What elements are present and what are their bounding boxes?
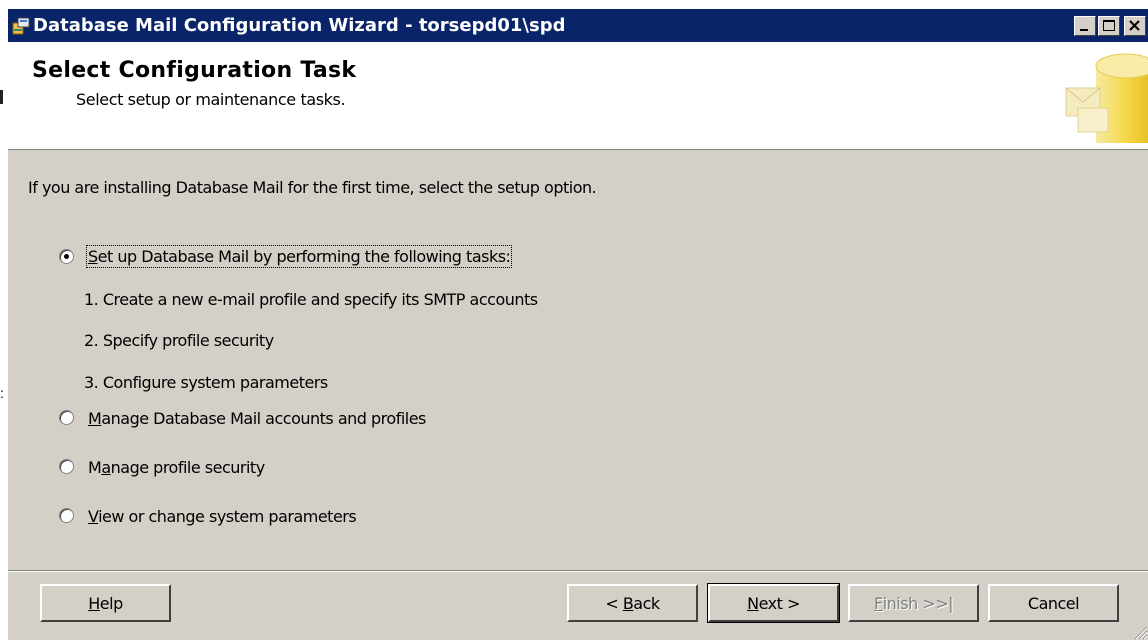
maximize-button[interactable] [1098,16,1120,36]
system-parameters-radio[interactable] [59,508,74,523]
manage-accounts-radio[interactable] [59,410,74,425]
wizard-window: Database Mail Configuration Wizard - tor… [8,9,1148,640]
wizard-app-icon [12,17,30,35]
manage-security-text: nage profile security [110,458,266,477]
footer-separator [8,570,1148,572]
help-accel: H [88,593,100,613]
maximize-icon [1103,20,1115,31]
wizard-header: Select Configuration Task Select setup o… [8,42,1148,150]
next-button[interactable]: Next > [707,583,840,623]
setup-step-3: 3. Configure system parameters [84,373,328,392]
setup-option-accel: S [88,247,98,266]
window-title: Database Mail Configuration Wizard - tor… [33,15,566,36]
intro-text: If you are installing Database Mail for … [28,178,597,197]
setup-step-1: 1. Create a new e-mail profile and speci… [84,290,538,309]
back-button[interactable]: < Back [567,584,698,622]
next-accel: N [747,593,759,613]
manage-accounts-accel: M [88,409,102,428]
finish-label: inish >>| [882,593,954,613]
next-label: ext > [758,593,801,613]
background-edge-mark-2: : [0,385,4,401]
minimize-icon [1080,29,1088,31]
finish-button[interactable]: Finish >>| [848,584,979,622]
close-icon [1129,20,1140,31]
database-icon [1065,53,1148,143]
cancel-button[interactable]: Cancel [988,584,1119,622]
finish-accel: F [874,593,883,613]
system-parameters-label[interactable]: View or change system parameters [88,507,357,526]
manage-security-radio[interactable] [59,459,74,474]
title-bar[interactable]: Database Mail Configuration Wizard - tor… [8,9,1148,42]
setup-step-2: 2. Specify profile security [84,331,274,350]
manage-security-accel: a [101,458,111,477]
back-label-pre: < [605,593,623,613]
back-accel: B [622,593,634,613]
manage-security-label[interactable]: Manage profile security [88,458,265,477]
system-parameters-text: iew or change system parameters [98,507,357,526]
setup-option-text: et up Database Mail by performing the fo… [97,247,511,266]
manage-accounts-text: anage Database Mail accounts and profile… [101,409,426,428]
back-label: ack [633,593,660,613]
page-subtitle: Select setup or maintenance tasks. [76,90,346,109]
minimize-button[interactable] [1074,16,1096,36]
background-edge-mark [0,90,3,104]
system-parameters-accel: V [88,507,99,526]
close-button[interactable] [1124,16,1146,36]
help-label: elp [99,593,123,613]
help-button[interactable]: Help [40,584,171,622]
page-title: Select Configuration Task [32,58,357,83]
manage-security-text-pre: M [88,458,102,477]
manage-accounts-label[interactable]: Manage Database Mail accounts and profil… [88,409,426,428]
setup-option-label[interactable]: Set up Database Mail by performing the f… [85,245,513,268]
resize-grip-icon[interactable] [1132,624,1148,640]
setup-option-radio[interactable] [59,249,74,264]
radio-selected-dot [64,254,69,259]
